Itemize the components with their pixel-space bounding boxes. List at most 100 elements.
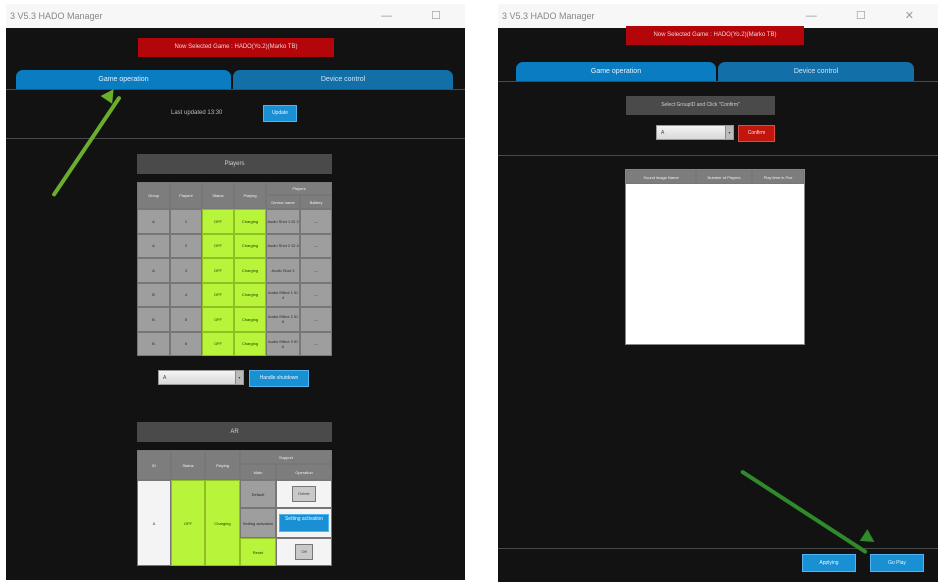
ar-col-header-support: Support xyxy=(240,450,332,464)
playing-cell: Charging xyxy=(234,209,266,234)
confirm-button[interactable]: Confirm xyxy=(738,125,775,142)
footer-divider xyxy=(498,548,938,549)
device-name-cell: Audio Effect 1 ID 4 xyxy=(266,282,300,307)
go-play-button[interactable]: Go Play xyxy=(870,554,924,572)
device-name-cell: Audio Shot 1 ID 2 xyxy=(266,209,300,234)
device-name-cell: Audio Shot 3 xyxy=(266,258,300,283)
playing-cell: Charging xyxy=(234,331,266,356)
group-cell: A xyxy=(137,258,170,283)
players-section-title: Players xyxy=(137,154,332,174)
section-divider xyxy=(6,138,465,139)
ar-col-header-id: ID xyxy=(137,450,171,480)
ar-status-cell: OFF xyxy=(171,480,205,566)
battery-cell: --- xyxy=(300,307,332,332)
tab-device-control-right[interactable]: Device control xyxy=(718,62,914,81)
tab-divider xyxy=(6,89,465,90)
left-title-bar: 3 V5.3 HADO Manager — ☐ xyxy=(6,4,465,28)
battery-cell: --- xyxy=(300,258,332,283)
col-header-playing: Playing xyxy=(234,182,266,209)
device-name-cell: Audio Shot 2 ID 4 xyxy=(266,233,300,258)
playing-cell: Charging xyxy=(234,258,266,283)
handle-shutdown-button[interactable]: Handle shutdown xyxy=(249,370,309,387)
ar-col-header-main: Main xyxy=(240,464,276,480)
right-manager-window: 3 V5.3 HADO Manager — ☐ ✕ Now Selected G… xyxy=(498,4,938,582)
selected-game-banner: Now Selected Game : HADO(Yo.2)(Marko TB) xyxy=(138,38,334,57)
group-select-left[interactable]: A ▾ xyxy=(158,370,244,385)
update-button[interactable]: Update xyxy=(263,105,297,122)
results-header-play-time: Play time in Pos xyxy=(752,170,804,184)
playing-cell: Charging xyxy=(234,307,266,332)
device-name-cell: Audio Effect 2 ID 5 xyxy=(266,307,300,332)
group-cell: B xyxy=(137,282,170,307)
ar-main-setting-activation: Setting activation xyxy=(240,508,276,538)
player-number-cell: 1 xyxy=(170,209,202,234)
results-header-players: Number of Players xyxy=(696,170,752,184)
delete-button[interactable]: Delete xyxy=(292,486,316,502)
group-select-right[interactable]: A ▾ xyxy=(656,125,734,140)
tab-game-operation-right[interactable]: Game operation xyxy=(516,62,716,81)
battery-cell: --- xyxy=(300,233,332,258)
group-cell: B xyxy=(137,331,170,356)
ar-table: ID Status Playing Support Main Operation… xyxy=(137,450,332,566)
player-number-cell: 4 xyxy=(170,282,202,307)
playing-cell: Charging xyxy=(234,282,266,307)
ar-section-title: AR xyxy=(137,422,332,442)
col-header-players: Players xyxy=(266,182,332,195)
setting-activation-button[interactable]: Setting activation xyxy=(279,514,329,532)
tab-divider-right xyxy=(498,81,938,82)
status-cell: OFF xyxy=(202,258,234,283)
status-cell: OFF xyxy=(202,282,234,307)
off-button[interactable]: Off xyxy=(295,544,313,560)
col-header-group: Group xyxy=(137,182,170,209)
playing-cell: Charging xyxy=(234,233,266,258)
instruction-label: Select GroupID and Click "Confirm" xyxy=(626,96,775,115)
group-cell: A xyxy=(137,233,170,258)
status-cell: OFF xyxy=(202,307,234,332)
device-name-cell: Audio Effect 3 ID 6 xyxy=(266,331,300,356)
group-select-value: A xyxy=(163,375,167,381)
col-header-battery: Battery xyxy=(300,195,332,209)
results-table: Sound image Name Number of Players Play … xyxy=(625,169,805,345)
group-cell: B xyxy=(137,307,170,332)
left-window-title: 3 V5.3 HADO Manager xyxy=(10,11,103,21)
last-updated-label: Last updated 13:30 xyxy=(171,110,223,116)
left-manager-window: 3 V5.3 HADO Manager — ☐ Now Selected Gam… xyxy=(6,4,465,580)
tab-device-control[interactable]: Device control xyxy=(233,70,453,89)
col-header-status: Status xyxy=(202,182,234,209)
group-cell: A xyxy=(137,209,170,234)
battery-cell: --- xyxy=(300,282,332,307)
section-divider-right xyxy=(498,155,938,156)
ar-operation-cell-3: Off xyxy=(276,538,332,566)
tab-game-operation[interactable]: Game operation xyxy=(16,70,231,89)
window-controls[interactable]: — ☐ xyxy=(381,4,459,28)
selected-game-banner-right: Now Selected Game : HADO(Yo.2)(Marko TB) xyxy=(626,26,804,45)
battery-cell: --- xyxy=(300,209,332,234)
chevron-down-icon[interactable]: ▾ xyxy=(235,371,243,384)
ar-main-default: Default xyxy=(240,480,276,508)
group-select-value-right: A xyxy=(661,130,665,136)
battery-cell: --- xyxy=(300,331,332,356)
results-header-sound-name: Sound image Name xyxy=(626,170,696,184)
ar-playing-cell: Charging xyxy=(205,480,240,566)
right-window-title: 3 V5.3 HADO Manager xyxy=(502,11,595,21)
chevron-down-icon[interactable]: ▾ xyxy=(725,126,733,139)
applying-button[interactable]: Applying xyxy=(802,554,856,572)
player-number-cell: 3 xyxy=(170,258,202,283)
ar-col-header-playing: Playing xyxy=(205,450,240,480)
col-header-player: Player# xyxy=(170,182,202,209)
player-number-cell: 5 xyxy=(170,307,202,332)
ar-main-reset: Reset xyxy=(240,538,276,566)
player-number-cell: 2 xyxy=(170,233,202,258)
ar-id-cell: A xyxy=(137,480,171,566)
window-controls-right[interactable]: — ☐ ✕ xyxy=(806,4,932,28)
ar-operation-cell-1: Delete xyxy=(276,480,332,508)
ar-col-header-status: Status xyxy=(171,450,205,480)
player-table: Group Player# Status Playing Players Dev… xyxy=(137,182,332,356)
right-title-bar: 3 V5.3 HADO Manager — ☐ ✕ xyxy=(498,4,938,28)
ar-operation-cell-2: Setting activation xyxy=(276,508,332,538)
status-cell: OFF xyxy=(202,233,234,258)
col-header-device-name: Device name xyxy=(266,195,300,209)
status-cell: OFF xyxy=(202,209,234,234)
status-cell: OFF xyxy=(202,331,234,356)
player-number-cell: 6 xyxy=(170,331,202,356)
